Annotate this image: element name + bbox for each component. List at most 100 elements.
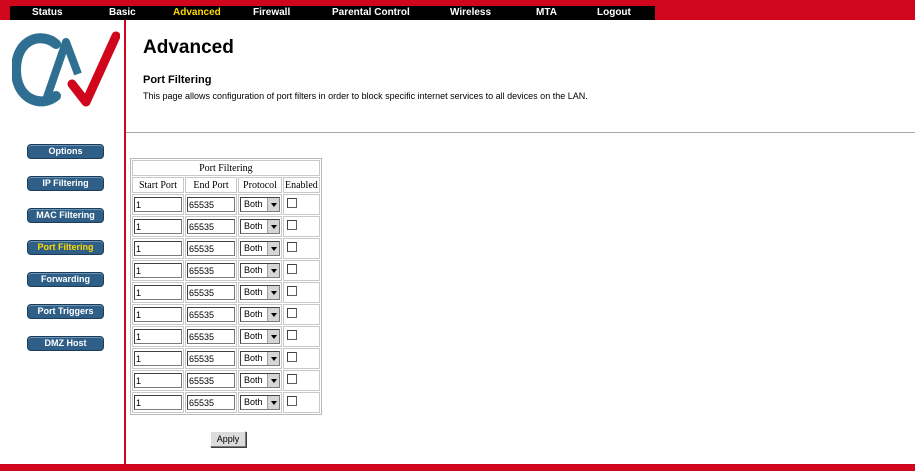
protocol-select[interactable]: Both	[240, 329, 280, 344]
dropdown-arrow-icon[interactable]	[267, 330, 279, 343]
end-port-input[interactable]	[187, 263, 235, 278]
sidebar-item-port-filtering[interactable]: Port Filtering	[27, 240, 104, 255]
nav-logout[interactable]: Logout	[597, 6, 631, 20]
start-port-cell	[132, 194, 184, 215]
end-port-input[interactable]	[187, 241, 235, 256]
start-port-cell	[132, 348, 184, 369]
protocol-value: Both	[244, 287, 263, 297]
nav-parental-control[interactable]: Parental Control	[332, 6, 410, 20]
protocol-select[interactable]: Both	[240, 307, 280, 322]
enabled-checkbox[interactable]	[287, 396, 297, 406]
sidebar-item-options[interactable]: Options	[27, 144, 104, 159]
section-title: Port Filtering	[143, 74, 212, 86]
start-port-input[interactable]	[134, 395, 182, 410]
start-port-cell	[132, 238, 184, 259]
dropdown-arrow-icon[interactable]	[267, 286, 279, 299]
enabled-checkbox[interactable]	[287, 220, 297, 230]
column-header-enabled: Enabled	[283, 177, 320, 193]
start-port-input[interactable]	[134, 197, 182, 212]
dropdown-arrow-icon[interactable]	[267, 220, 279, 233]
end-port-input[interactable]	[187, 219, 235, 234]
end-port-input[interactable]	[187, 285, 235, 300]
enabled-checkbox[interactable]	[287, 264, 297, 274]
enabled-cell	[283, 304, 320, 325]
start-port-input[interactable]	[134, 285, 182, 300]
sidebar-item-forwarding[interactable]: Forwarding	[27, 272, 104, 287]
start-port-input[interactable]	[134, 263, 182, 278]
dropdown-arrow-icon[interactable]	[267, 264, 279, 277]
protocol-value: Both	[244, 375, 263, 385]
enabled-checkbox[interactable]	[287, 374, 297, 384]
start-port-cell	[132, 282, 184, 303]
nav-firewall[interactable]: Firewall	[253, 6, 290, 20]
enabled-cell	[283, 238, 320, 259]
nav-wireless[interactable]: Wireless	[450, 6, 491, 20]
protocol-cell: Both	[238, 216, 282, 237]
sidebar-item-port-triggers[interactable]: Port Triggers	[27, 304, 104, 319]
nav-mta[interactable]: MTA	[536, 6, 557, 20]
enabled-checkbox[interactable]	[287, 198, 297, 208]
end-port-input[interactable]	[187, 373, 235, 388]
dropdown-arrow-icon[interactable]	[267, 242, 279, 255]
sidebar-item-ip-filtering[interactable]: IP Filtering	[27, 176, 104, 191]
end-port-input[interactable]	[187, 307, 235, 322]
start-port-input[interactable]	[134, 329, 182, 344]
table-row: Both	[132, 260, 320, 281]
protocol-select[interactable]: Both	[240, 197, 280, 212]
nav-advanced[interactable]: Advanced	[173, 6, 221, 20]
protocol-value: Both	[244, 397, 263, 407]
protocol-select[interactable]: Both	[240, 395, 280, 410]
end-port-input[interactable]	[187, 395, 235, 410]
nav-status[interactable]: Status	[32, 6, 63, 20]
enabled-checkbox[interactable]	[287, 308, 297, 318]
end-port-cell	[185, 282, 237, 303]
end-port-input[interactable]	[187, 351, 235, 366]
enabled-checkbox[interactable]	[287, 352, 297, 362]
protocol-cell: Both	[238, 238, 282, 259]
dropdown-arrow-icon[interactable]	[267, 308, 279, 321]
dropdown-arrow-icon[interactable]	[267, 352, 279, 365]
protocol-select[interactable]: Both	[240, 219, 280, 234]
protocol-select[interactable]: Both	[240, 241, 280, 256]
protocol-value: Both	[244, 331, 263, 341]
enabled-checkbox[interactable]	[287, 242, 297, 252]
enabled-checkbox[interactable]	[287, 330, 297, 340]
apply-button[interactable]: Apply	[210, 431, 246, 447]
start-port-input[interactable]	[134, 351, 182, 366]
enabled-cell	[283, 216, 320, 237]
protocol-select[interactable]: Both	[240, 285, 280, 300]
end-port-cell	[185, 194, 237, 215]
protocol-cell: Both	[238, 260, 282, 281]
sidebar-item-mac-filtering[interactable]: MAC Filtering	[27, 208, 104, 223]
end-port-cell	[185, 304, 237, 325]
enabled-cell	[283, 194, 320, 215]
dropdown-arrow-icon[interactable]	[267, 396, 279, 409]
enabled-checkbox[interactable]	[287, 286, 297, 296]
dropdown-arrow-icon[interactable]	[267, 198, 279, 211]
protocol-select[interactable]: Both	[240, 263, 280, 278]
table-row: Both	[132, 348, 320, 369]
start-port-input[interactable]	[134, 219, 182, 234]
protocol-select[interactable]: Both	[240, 373, 280, 388]
start-port-cell	[132, 216, 184, 237]
column-header-end-port: End Port	[185, 177, 237, 193]
protocol-select[interactable]: Both	[240, 351, 280, 366]
protocol-cell: Both	[238, 282, 282, 303]
start-port-input[interactable]	[134, 373, 182, 388]
table-row: Both	[132, 392, 320, 413]
start-port-input[interactable]	[134, 307, 182, 322]
sidebar-item-dmz-host[interactable]: DMZ Host	[27, 336, 104, 351]
protocol-value: Both	[244, 199, 263, 209]
dropdown-arrow-icon[interactable]	[267, 374, 279, 387]
end-port-cell	[185, 348, 237, 369]
table-row: Both	[132, 216, 320, 237]
protocol-value: Both	[244, 221, 263, 231]
protocol-cell: Both	[238, 194, 282, 215]
start-port-cell	[132, 370, 184, 391]
end-port-input[interactable]	[187, 197, 235, 212]
table-row: Both	[132, 282, 320, 303]
nav-basic[interactable]: Basic	[109, 6, 136, 20]
end-port-input[interactable]	[187, 329, 235, 344]
start-port-input[interactable]	[134, 241, 182, 256]
end-port-cell	[185, 392, 237, 413]
